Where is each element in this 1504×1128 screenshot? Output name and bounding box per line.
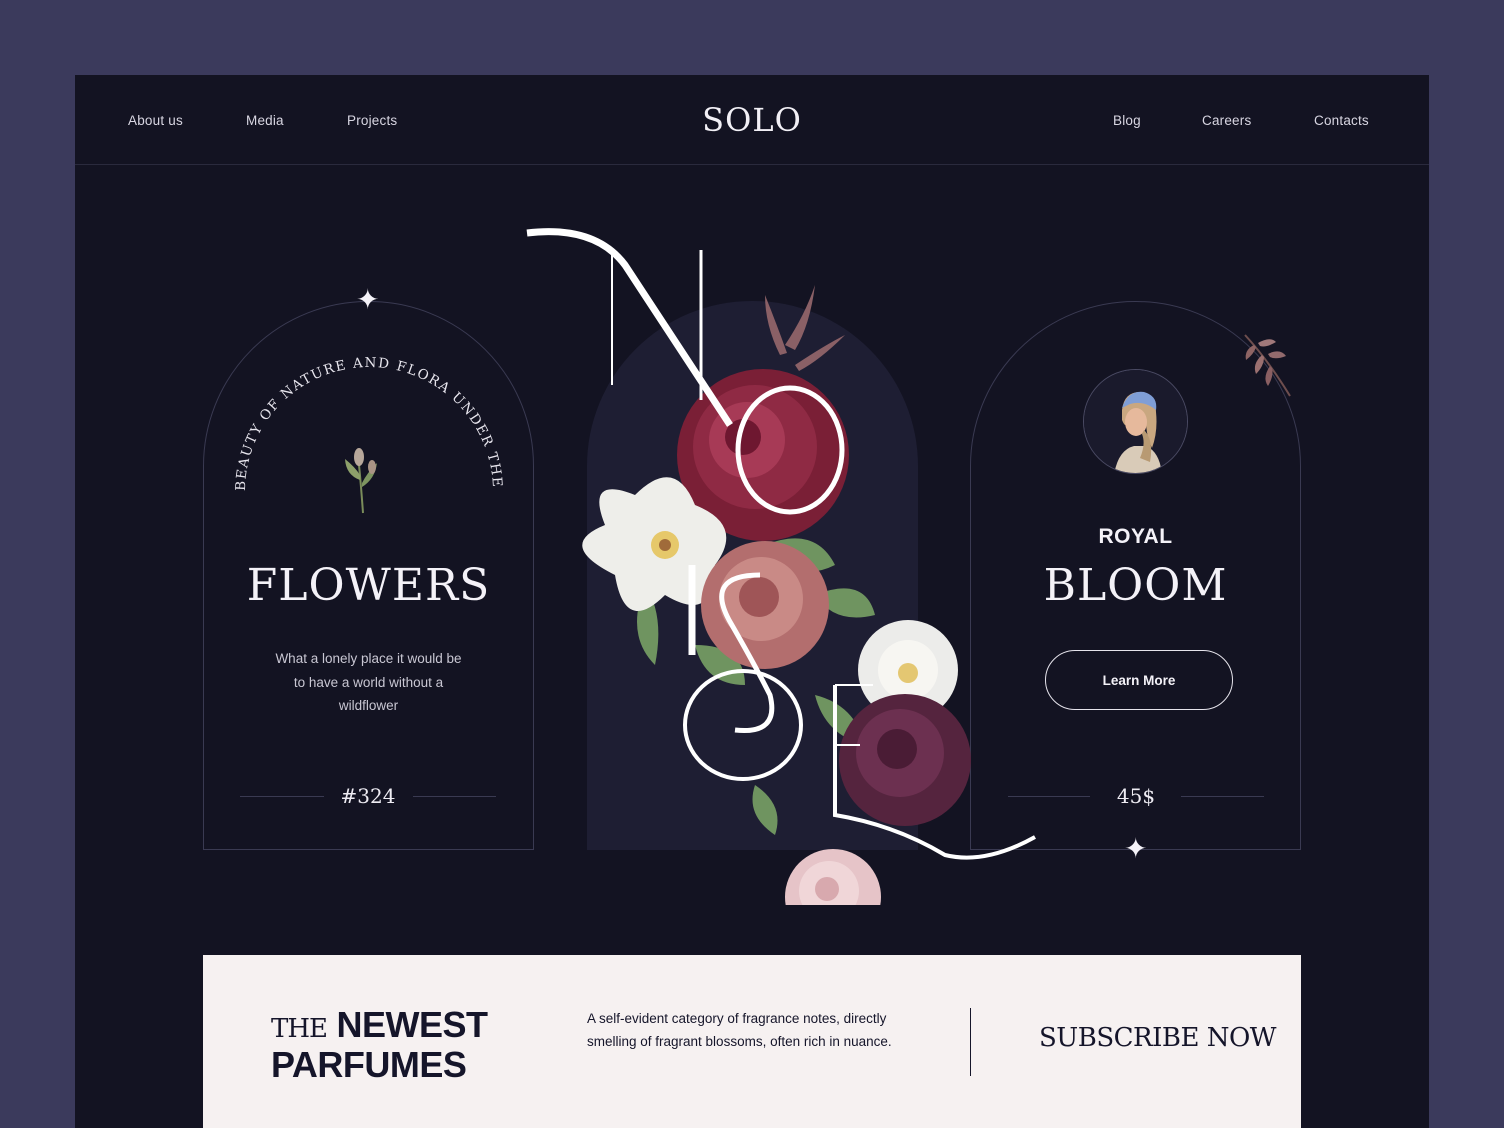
newest-parfumes-banner: THE NEWEST PARFUMES A self-evident categ… — [203, 955, 1301, 1128]
banner-title-line1: NEWEST — [336, 1004, 489, 1045]
banner-description: A self-evident category of fragrance not… — [587, 1011, 892, 1049]
flowers-title: FLOWERS — [246, 560, 491, 611]
nav-blog[interactable]: Blog — [1113, 113, 1141, 128]
top-nav: About us Media Projects SOLO Blog Career… — [75, 75, 1429, 165]
noisoel-typography — [526, 228, 1036, 860]
divider-line — [413, 796, 496, 797]
flowers-description-line: to have a world without a — [293, 674, 444, 690]
flower-bud-icon — [345, 448, 377, 514]
banner-title-prefix: THE — [271, 1014, 328, 1044]
flowers-description: What a lonely place it would be to have … — [203, 647, 534, 718]
banner-title-line2: PARFUMES — [271, 1044, 467, 1085]
leaf-sprig-icon — [1244, 334, 1291, 397]
banner-title: THE NEWEST PARFUMES — [271, 1007, 488, 1083]
curved-tagline: BEAUTY OF NATURE AND FLORA UNDER THE STA… — [203, 301, 504, 491]
portrait-illustration — [1084, 370, 1187, 473]
sparkle-icon: ✦ — [1124, 833, 1148, 864]
portrait-avatar — [1083, 369, 1188, 474]
subscribe-now-link[interactable]: SUBSCRIBE NOW — [1039, 1023, 1277, 1053]
divider-line — [1181, 796, 1264, 797]
nav-contacts[interactable]: Contacts — [1314, 113, 1369, 128]
nav-careers[interactable]: Careers — [1202, 113, 1251, 128]
flowers-description-line: What a lonely place it would be — [275, 651, 462, 666]
flowers-description-line: wildflower — [338, 698, 399, 713]
flowers-number-row: #324 — [240, 784, 496, 808]
page-frame: About us Media Projects SOLO Blog Career… — [75, 75, 1429, 1128]
banner-divider — [970, 1008, 971, 1076]
